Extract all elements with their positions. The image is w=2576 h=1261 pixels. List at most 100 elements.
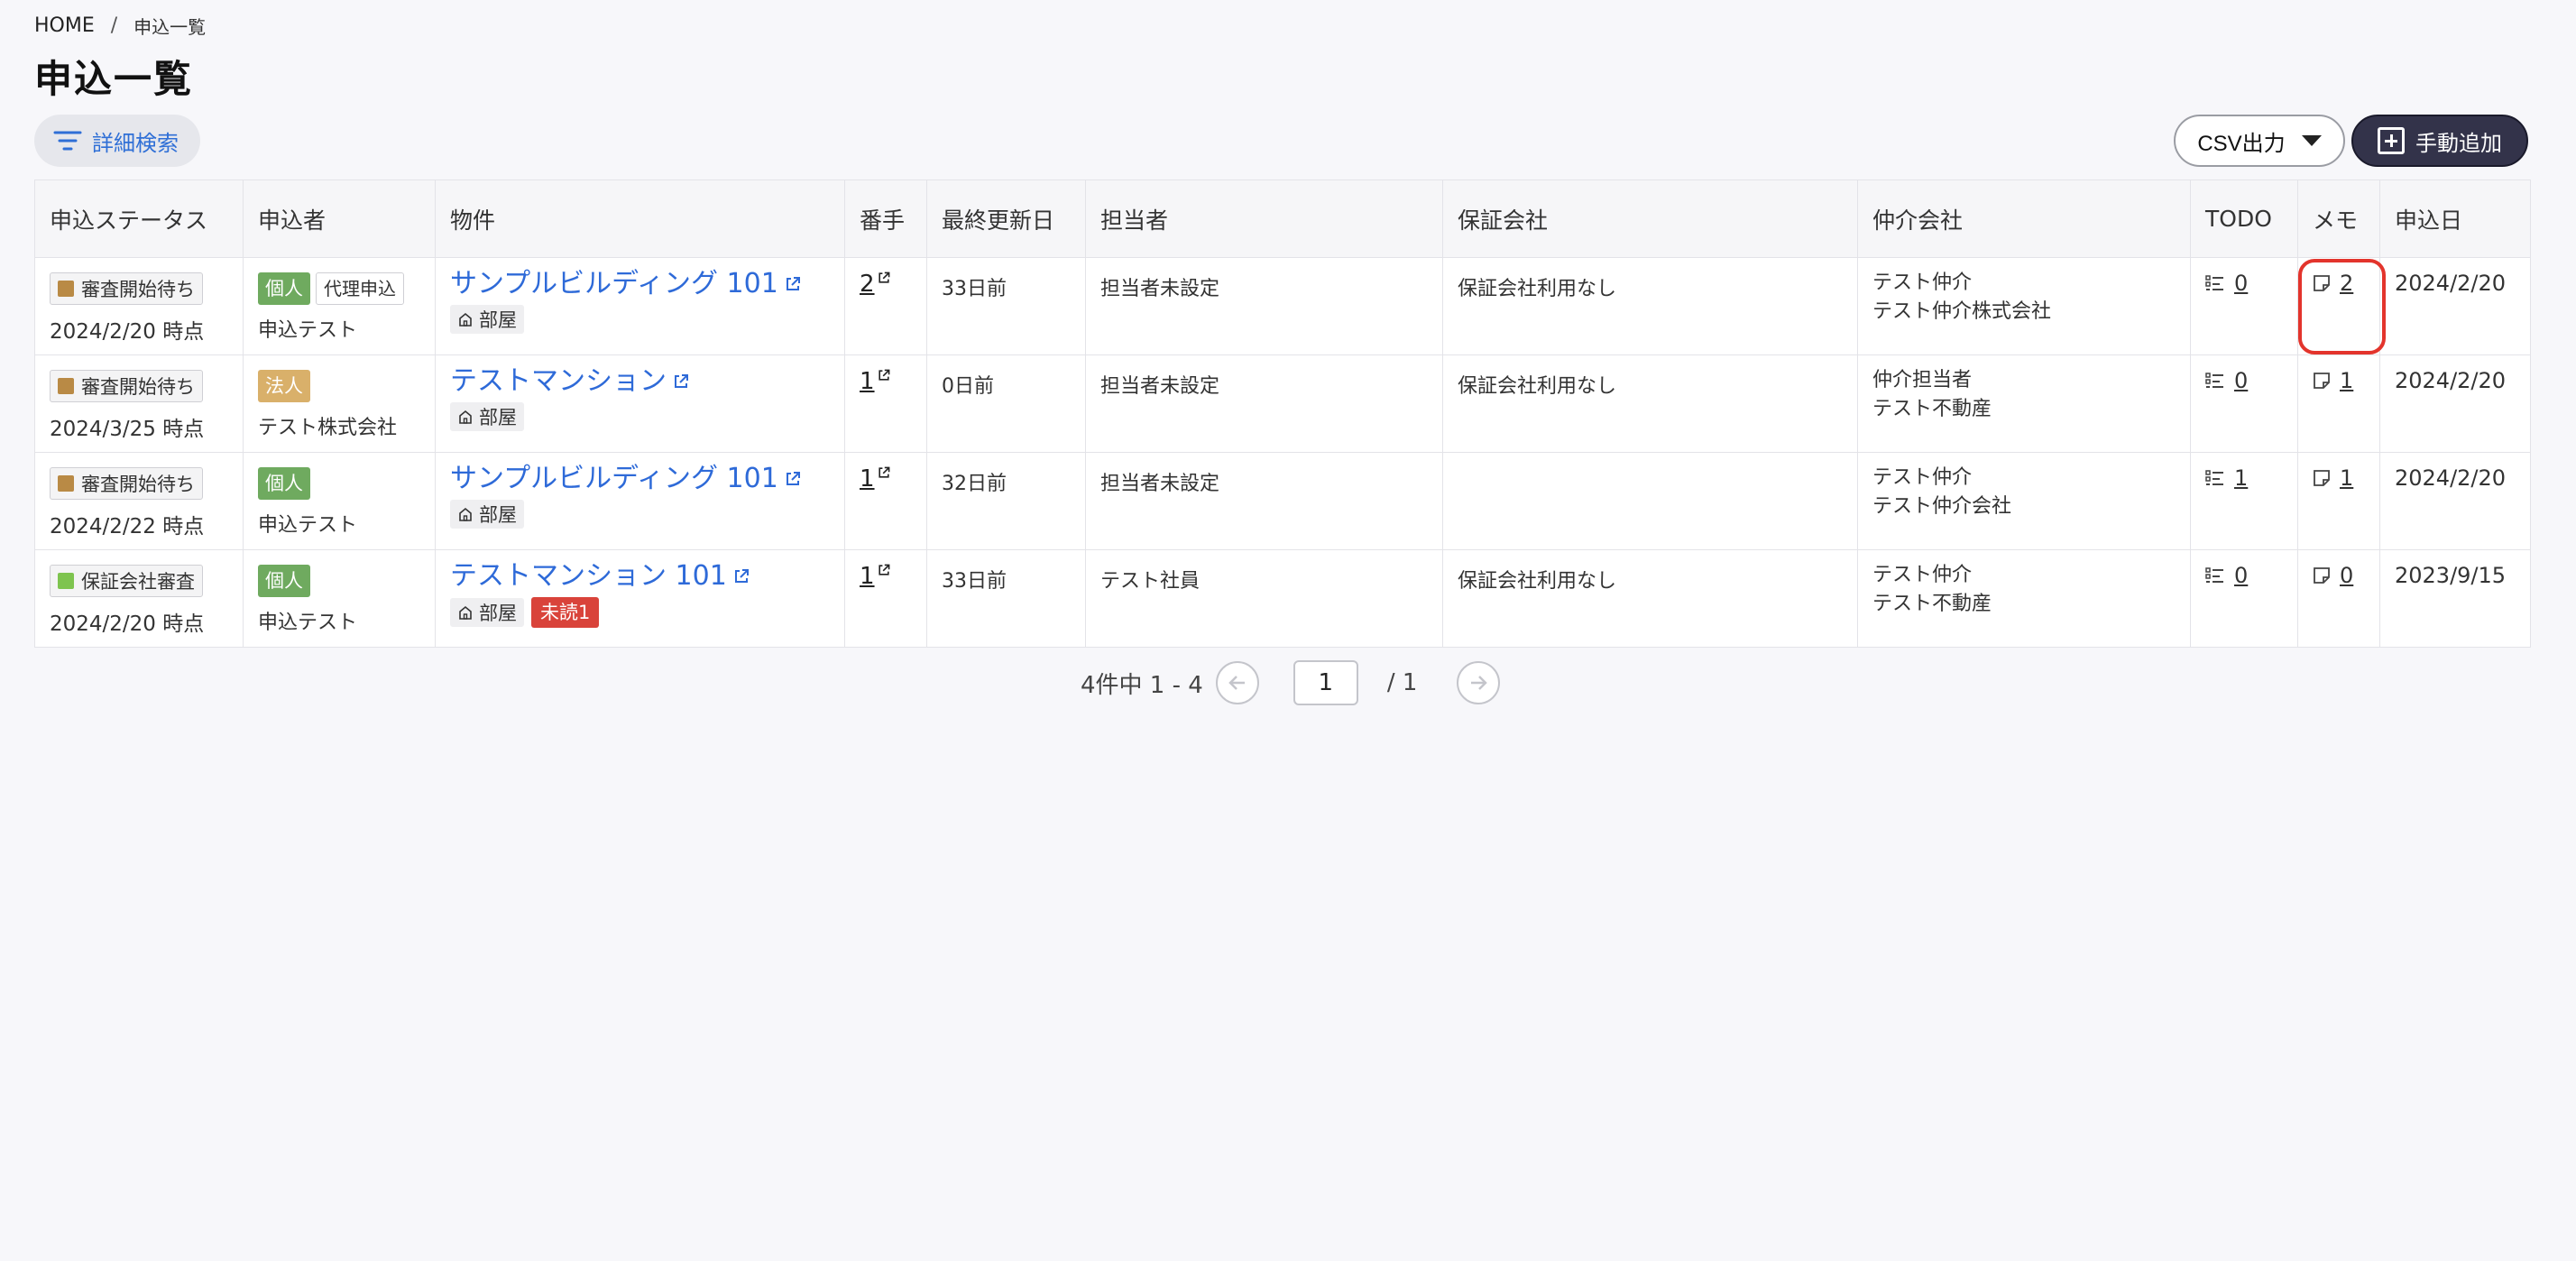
property-link[interactable]: サンプルビルディング 101 (450, 269, 802, 299)
pagination: 4件中 1 - 4 / 1 (1081, 660, 1501, 705)
order-cell: 1 (844, 549, 927, 648)
property-name: テストマンション (450, 365, 667, 397)
external-link-icon (878, 564, 889, 575)
status-color-square (58, 475, 74, 492)
column-header-staff: 担当者 (1085, 179, 1443, 258)
status-cell: 審査開始待ち 2024/3/25 時点 (34, 354, 244, 453)
table-row[interactable]: 審査開始待ち 2024/2/20 時点 個人 代理申込 申込テスト サンプルビルディング … (34, 257, 2531, 355)
advanced-search-button[interactable]: 詳細検索 (34, 115, 200, 167)
status-cell: 審査開始待ち 2024/2/22 時点 (34, 452, 244, 550)
order-link[interactable]: 1 (860, 465, 891, 492)
property-name: サンプルビルディング 101 (450, 463, 778, 494)
todo-cell: 0 (2190, 354, 2298, 453)
todo-link[interactable]: 1 (2205, 465, 2248, 491)
guarantor-cell: 保証会社利用なし (1442, 257, 1858, 355)
order-number: 1 (860, 368, 875, 395)
todo-count: 0 (2234, 368, 2249, 393)
order-link[interactable]: 2 (860, 271, 891, 298)
property-link[interactable]: サンプルビルディング 101 (450, 464, 802, 494)
room-row: 部屋 (450, 500, 844, 529)
memo-count: 2 (2340, 271, 2354, 296)
order-number: 1 (860, 563, 875, 590)
applicant-type-badge: 個人 (258, 467, 310, 500)
status-color-square (58, 281, 74, 297)
room-row: 部屋 (450, 402, 844, 431)
staff-cell: 担当者未設定 (1085, 257, 1443, 355)
updated-cell: 33日前 (926, 549, 1086, 648)
order-number: 1 (860, 465, 875, 492)
memo-cell: 1 (2297, 354, 2380, 453)
unread-badge: 未読1 (531, 597, 600, 628)
property-link[interactable]: テストマンション 101 (450, 561, 750, 592)
status-date: 2024/2/20 時点 (50, 612, 205, 636)
home-icon (459, 507, 472, 521)
status-cell: 保証会社審査 2024/2/20 時点 (34, 549, 244, 648)
column-header-property: 物件 (435, 179, 845, 258)
column-header-updated: 最終更新日 (926, 179, 1086, 258)
csv-export-button[interactable]: CSV出力 (2174, 115, 2345, 167)
breadcrumb-home[interactable]: HOME (34, 14, 95, 37)
applicant-type-badge: 法人 (258, 370, 310, 402)
todo-link[interactable]: 0 (2205, 368, 2248, 393)
memo-cell: 0 (2297, 549, 2380, 648)
status-color-square (58, 378, 74, 394)
todo-list-icon (2205, 567, 2223, 583)
external-link-icon (878, 369, 889, 381)
page-title: 申込一覧 (34, 57, 194, 101)
order-cell: 2 (844, 257, 927, 355)
staff-cell: 担当者未設定 (1085, 452, 1443, 550)
external-link-icon (734, 569, 749, 583)
broker-cell: テスト仲介 テスト仲介会社 (1857, 452, 2191, 550)
broker-company: テスト仲介会社 (1872, 495, 2012, 518)
memo-link[interactable]: 0 (2313, 563, 2353, 588)
guarantor-cell (1442, 452, 1858, 550)
order-link[interactable]: 1 (860, 368, 891, 395)
table-row[interactable]: 保証会社審査 2024/2/20 時点 個人 申込テスト テストマンション 101 部屋未… (34, 549, 2531, 648)
todo-link[interactable]: 0 (2205, 271, 2248, 296)
external-link-icon (675, 374, 688, 388)
applications-table: 申込ステータス 申込者 物件 番手 最終更新日 担当者 保証会社 仲介会社 TO… (34, 179, 2531, 648)
next-page-button[interactable] (1457, 661, 1501, 704)
date-cell: 2024/2/20 (2379, 354, 2531, 453)
guarantor-cell: 保証会社利用なし (1442, 549, 1858, 648)
status-date: 2024/2/20 時点 (50, 320, 205, 344)
filter-icon (53, 131, 82, 151)
table-row[interactable]: 審査開始待ち 2024/2/22 時点 個人 申込テスト サンプルビルディング 101 部… (34, 452, 2531, 550)
property-name: サンプルビルディング 101 (450, 268, 778, 299)
order-link[interactable]: 1 (860, 563, 891, 590)
todo-count: 1 (2234, 465, 2249, 491)
external-link-icon (786, 277, 800, 290)
todo-link[interactable]: 0 (2205, 563, 2248, 588)
date-cell: 2024/2/20 (2379, 452, 2531, 550)
prev-page-button[interactable] (1215, 661, 1259, 704)
arrow-right-icon (1471, 676, 1488, 690)
page-number-input[interactable] (1293, 660, 1358, 705)
todo-list-icon (2205, 275, 2223, 290)
todo-cell: 1 (2190, 452, 2298, 550)
applicant-cell: 個人 申込テスト (243, 549, 436, 648)
room-label: 部屋 (479, 309, 517, 331)
status-label: 審査開始待ち (81, 474, 195, 495)
column-header-broker: 仲介会社 (1857, 179, 2191, 258)
table-row[interactable]: 審査開始待ち 2024/3/25 時点 法人 テスト株式会社 テストマンション 部屋 1 0日… (34, 354, 2531, 453)
memo-link[interactable]: 1 (2313, 368, 2353, 393)
advanced-search-label: 詳細検索 (92, 131, 179, 156)
broker-cell: テスト仲介 テスト仲介株式会社 (1857, 257, 2191, 355)
updated-cell: 33日前 (926, 257, 1086, 355)
order-number: 2 (860, 271, 875, 298)
property-link[interactable]: テストマンション (450, 366, 690, 397)
broker-agent: テスト仲介 (1872, 564, 1973, 586)
room-row: 部屋 (450, 305, 844, 334)
status-cell: 審査開始待ち 2024/2/20 時点 (34, 257, 244, 355)
manual-add-label: 手動追加 (2415, 131, 2502, 156)
broker-company: テスト仲介株式会社 (1872, 300, 2052, 323)
memo-link[interactable]: 2 (2313, 271, 2353, 296)
home-icon (459, 410, 472, 424)
memo-icon (2314, 373, 2330, 389)
memo-count: 1 (2340, 465, 2354, 491)
breadcrumb: HOME / 申込一覧 (34, 13, 206, 39)
memo-link[interactable]: 1 (2313, 465, 2353, 491)
manual-add-button[interactable]: 手動追加 (2351, 115, 2528, 167)
applicant-name: 申込テスト (258, 319, 358, 342)
column-header-status: 申込ステータス (34, 179, 244, 258)
